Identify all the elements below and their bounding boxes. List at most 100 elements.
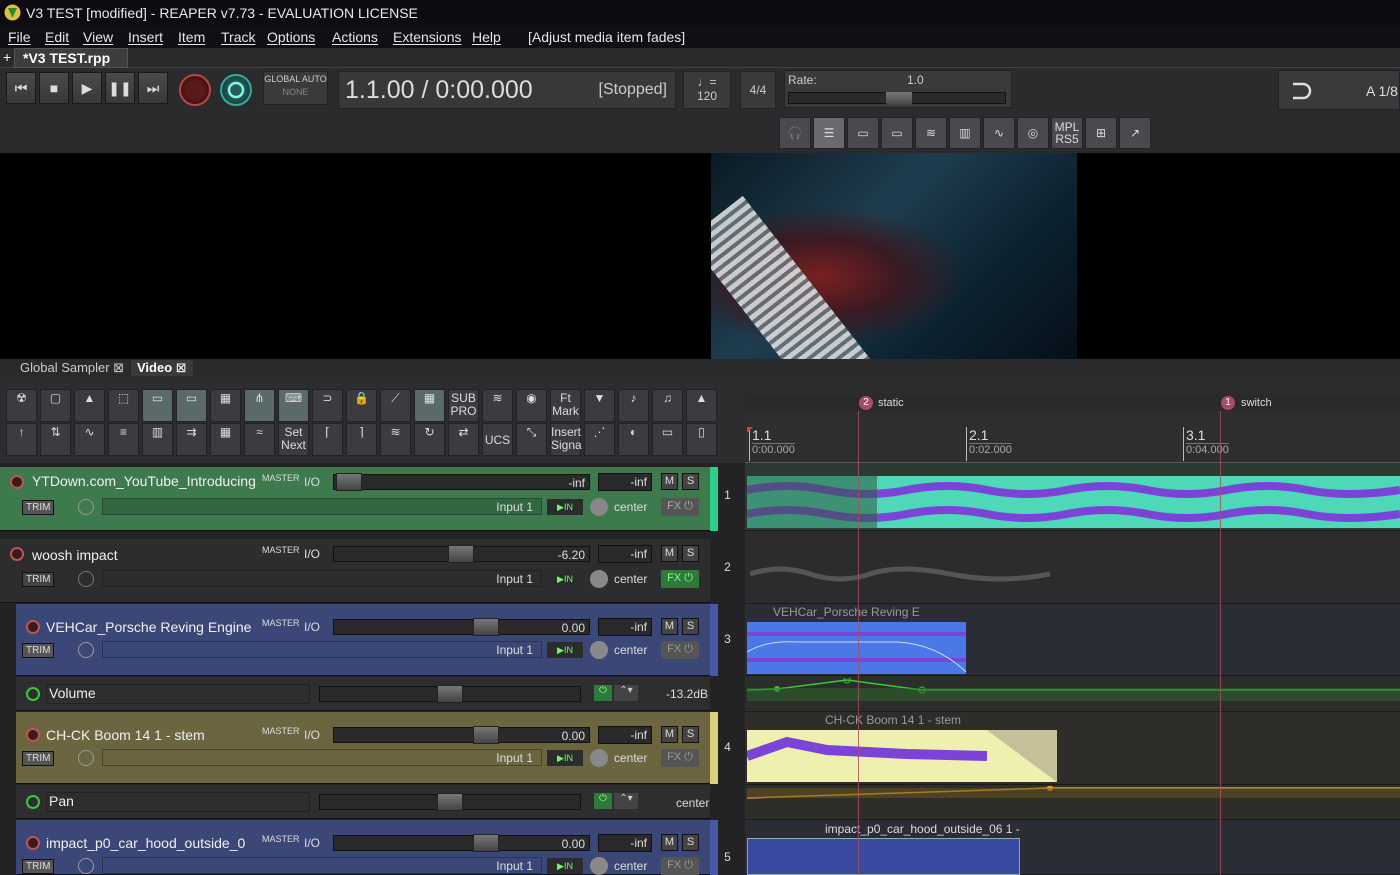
solo-button[interactable]: S [682, 726, 699, 743]
envelope-icon[interactable]: ∿ [983, 117, 1015, 149]
pan-knob[interactable] [590, 857, 608, 875]
dock-tab-global-sampler[interactable]: Global Sampler ⊠ [14, 360, 130, 376]
render-icon[interactable]: ▦ [210, 423, 241, 456]
connect-icon[interactable]: ⤡ [516, 423, 547, 456]
trim-button[interactable]: TRIM [22, 500, 55, 515]
io-button[interactable]: I/O [304, 728, 320, 742]
volume-fader-knob[interactable] [336, 473, 362, 491]
grid-icon[interactable]: ▦ [210, 389, 241, 422]
project-tab[interactable]: *V3 TEST.rpp [14, 48, 128, 68]
volume-envelope-lane[interactable]: Volume ⏻ ⌃▾ -13.2dB [16, 677, 710, 711]
pan-knob[interactable] [590, 498, 608, 516]
disc-icon[interactable]: ◉ [516, 389, 547, 422]
fx-button[interactable]: FX ⏻ [661, 570, 699, 588]
record-button[interactable] [179, 74, 211, 106]
select-icon[interactable]: ⬚ [108, 389, 139, 422]
rate-control[interactable]: Rate: 1.0 [784, 70, 1012, 108]
record-arm-button[interactable] [26, 836, 40, 850]
phase-icon[interactable] [78, 499, 94, 515]
cursor-icon[interactable]: ⟋ [380, 389, 411, 422]
envelope-mode-button[interactable]: ⌃▾ [614, 793, 638, 809]
split-items-icon[interactable]: ▭ [881, 117, 913, 149]
fx-button[interactable]: FX ⏻ [661, 857, 699, 875]
menu-file[interactable]: File [8, 29, 31, 45]
menu-item[interactable]: Item [178, 29, 205, 45]
fx-button[interactable]: FX ⏻ [661, 498, 699, 516]
menu-help[interactable]: Help [472, 29, 501, 45]
wave-icon[interactable]: ≈ [244, 423, 275, 456]
envelope-fader-knob[interactable] [437, 793, 463, 811]
drum-icon[interactable]: ◎ [1017, 117, 1049, 149]
input-select[interactable]: Input 1 [102, 570, 542, 587]
phase-icon[interactable] [78, 571, 94, 587]
mpl-rs5-button[interactable]: MPL RS5 [1051, 117, 1083, 149]
tempo-box[interactable]: ♩= 120 [683, 71, 731, 109]
marker-1-badge[interactable]: 1 [1221, 396, 1235, 410]
monitor-button[interactable]: ▶IN [547, 750, 583, 766]
monitor-button[interactable]: ▶IN [547, 642, 583, 658]
time-signature[interactable]: 4/4 [740, 71, 776, 109]
align-icon[interactable]: ≡ [108, 423, 139, 456]
timeline-ruler[interactable] [745, 411, 1400, 463]
set-next-button[interactable]: Set Next [278, 423, 309, 456]
pan-knob[interactable] [590, 570, 608, 588]
media-item-track-4[interactable] [747, 730, 1057, 782]
up-arrow-icon[interactable]: ▲ [686, 389, 717, 422]
envelope-active-icon[interactable] [26, 795, 40, 809]
pitch-up-icon[interactable]: ↑ [6, 423, 37, 456]
phase-icon[interactable] [78, 858, 94, 874]
mute-button[interactable]: M [661, 545, 678, 562]
grid-display[interactable]: A 1/8 [1278, 70, 1400, 110]
track-3[interactable]: VEHCar_Porsche Reving Engine MASTER I/O … [16, 604, 710, 676]
record-arm-button[interactable] [10, 547, 24, 561]
rate-slider-knob[interactable] [886, 92, 912, 105]
record-arm-button[interactable] [26, 620, 40, 634]
pan-knob[interactable] [590, 641, 608, 659]
glue-icon[interactable]: ▭ [142, 389, 173, 422]
route-icon[interactable]: ⇉ [176, 423, 207, 456]
monitor-button[interactable]: ▶IN [547, 858, 583, 874]
new-item-icon[interactable]: ▢ [40, 389, 71, 422]
lock-icon[interactable]: 🔒 [346, 389, 377, 422]
volume-fader[interactable]: -inf [333, 473, 590, 491]
meter-small-icon[interactable]: ▯ [686, 423, 717, 456]
fx-button[interactable]: FX ⏻ [661, 749, 699, 767]
ft-mark-button[interactable]: Ft Mark [550, 389, 581, 422]
media-item-track-1[interactable] [747, 476, 1400, 528]
mute-button[interactable]: M [661, 834, 678, 851]
nodes-icon[interactable]: ⋔ [244, 389, 275, 422]
insert-signa-button[interactable]: Insert Signa [550, 423, 582, 456]
bars-icon[interactable]: ▥ [142, 423, 173, 456]
dock-tab-video[interactable]: Video ⊠ [131, 360, 193, 376]
io-button[interactable]: I/O [304, 620, 320, 634]
track-name[interactable]: CH-CK Boom 14 1 - stem [46, 727, 258, 743]
track-name[interactable]: impact_p0_car_hood_outside_0 [46, 835, 258, 851]
volume-fader[interactable]: 0.00 [333, 834, 590, 852]
menu-edit[interactable]: Edit [45, 29, 69, 45]
replace-icon[interactable]: ⇄ [448, 423, 479, 456]
io-button[interactable]: I/O [304, 836, 320, 850]
pause-button[interactable]: ❚❚ [105, 72, 135, 104]
waveform-icon[interactable]: ≋ [915, 117, 947, 149]
pan-envelope-lane[interactable]: Pan ⏻ ⌃▾ center [16, 785, 710, 819]
trim-button[interactable]: TRIM [22, 643, 55, 658]
solo-button[interactable]: S [682, 473, 699, 490]
envelope-bypass-button[interactable]: ⏻ [594, 793, 612, 809]
volume-fader[interactable]: -6.20 [333, 545, 590, 563]
menu-view[interactable]: View [83, 29, 113, 45]
volume-fader[interactable]: 0.00 [333, 726, 590, 744]
insert-track-icon[interactable]: ⊞ [1085, 117, 1117, 149]
repeat-button[interactable] [220, 74, 252, 106]
phase-icon[interactable] [78, 642, 94, 658]
envelope-mode-button[interactable]: ⌃▾ [614, 685, 638, 701]
solo-button[interactable]: S [682, 545, 699, 562]
phase-icon[interactable] [78, 750, 94, 766]
keyboard-icon[interactable]: ⌨ [278, 389, 309, 422]
trim-button[interactable]: TRIM [22, 572, 55, 587]
track-5[interactable]: impact_p0_car_hood_outside_0 MASTER I/O … [16, 820, 710, 875]
envelope-fader-knob[interactable] [437, 685, 463, 703]
play-button[interactable]: ▶ [72, 72, 102, 104]
mixer-lines-icon[interactable]: ☰ [813, 117, 845, 149]
volume-fader-knob[interactable] [448, 545, 474, 563]
envelope-fader[interactable] [319, 793, 581, 811]
